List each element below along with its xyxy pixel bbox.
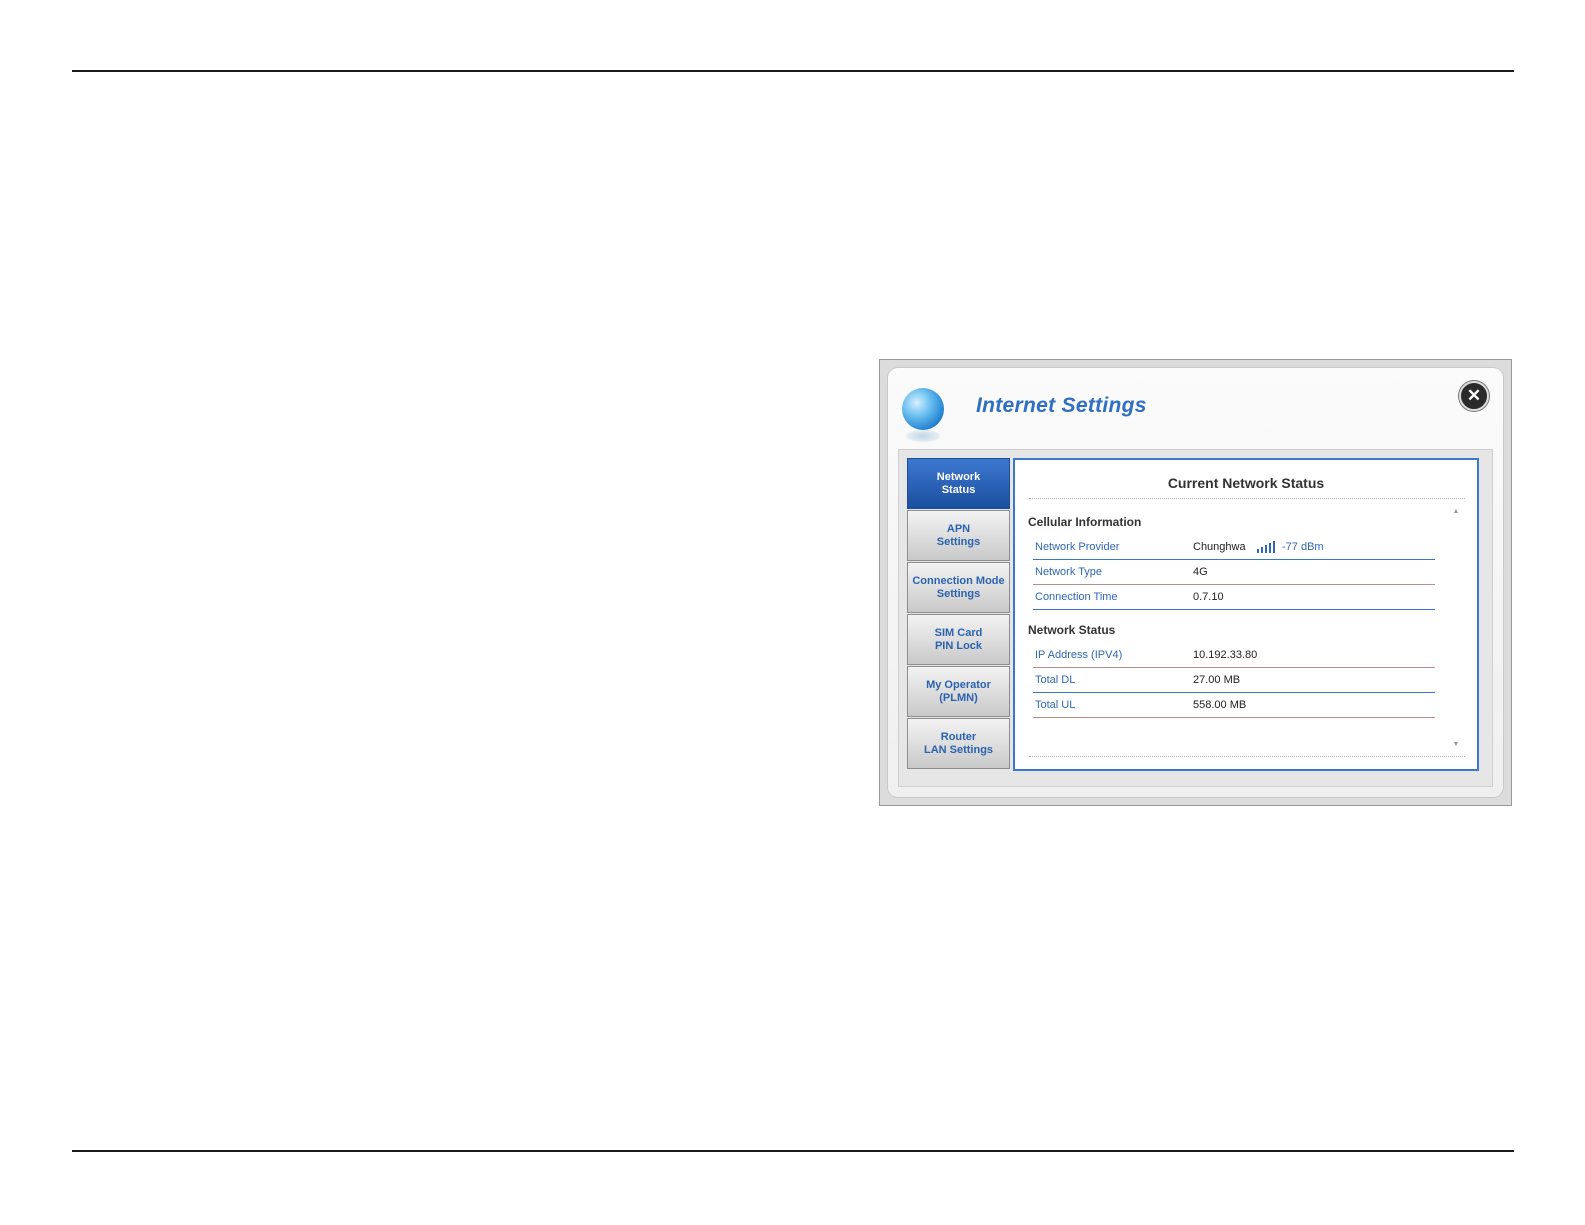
tab-label-line1: SIM Card (934, 626, 983, 639)
cellular-info-heading: Cellular Information (1028, 515, 1142, 529)
tab-label-line2: (PLMN) (939, 691, 978, 704)
network-type-row: Network Type 4G (1033, 560, 1435, 585)
connection-time-label: Connection Time (1035, 591, 1118, 603)
ip-address-row: IP Address (IPV4) 10.192.33.80 (1033, 643, 1435, 668)
network-status-panel: Current Network Status Cellular Informat… (1013, 458, 1479, 771)
network-type-label: Network Type (1035, 566, 1103, 578)
content-frame: Network Status APN Settings Connection M… (898, 449, 1493, 787)
tab-label-line2: PIN Lock (934, 639, 983, 652)
tab-label-line1: Connection Mode (912, 574, 1005, 587)
tab-router-lan-settings[interactable]: Router LAN Settings (907, 718, 1010, 769)
tab-label-line1: Network (936, 470, 981, 483)
total-dl-label: Total DL (1035, 674, 1076, 686)
globe-reflection (906, 430, 940, 442)
total-ul-value: 558.00 MB (1193, 699, 1247, 711)
top-rule (72, 70, 1514, 72)
total-ul-label: Total UL (1035, 699, 1076, 711)
tab-apn-settings[interactable]: APN Settings (907, 510, 1010, 561)
network-provider-value: Chunghwa (1193, 541, 1246, 553)
network-status-heading: Network Status (1028, 623, 1116, 637)
close-icon[interactable]: ✕ (1459, 381, 1489, 411)
dialog-body: Internet Settings ✕ Network Status APN S… (888, 368, 1503, 797)
network-provider-row: Network Provider Chunghwa -77 dBm (1033, 535, 1435, 560)
tab-network-status[interactable]: Network Status (907, 458, 1010, 509)
tab-label-line2: LAN Settings (923, 743, 994, 756)
tab-label-line2: Settings (936, 587, 981, 600)
internet-settings-dialog: Internet Settings ✕ Network Status APN S… (879, 359, 1512, 806)
tab-label-line2: Status (941, 483, 976, 496)
panel-divider-bottom (1029, 756, 1465, 757)
tab-sim-card-pin-lock[interactable]: SIM Card PIN Lock (907, 614, 1010, 665)
tab-connection-mode-settings[interactable]: Connection Mode Settings (907, 562, 1010, 613)
tab-my-operator-plmn[interactable]: My Operator (PLMN) (907, 666, 1010, 717)
tab-label-line1: Router (940, 730, 977, 743)
panel-title: Current Network Status (1167, 475, 1325, 491)
ip-address-value: 10.192.33.80 (1193, 649, 1258, 661)
tab-label-line2: Settings (936, 535, 981, 548)
connection-time-value: 0.7.10 (1193, 591, 1224, 603)
connection-time-row: Connection Time 0.7.10 (1033, 585, 1435, 610)
bottom-rule (72, 1150, 1514, 1152)
ip-address-label: IP Address (IPV4) (1035, 649, 1123, 661)
signal-strength-icon (1257, 541, 1277, 553)
signal-dbm-value: -77 dBm (1282, 541, 1324, 553)
total-dl-value: 27.00 MB (1193, 674, 1241, 686)
total-ul-row: Total UL 558.00 MB (1033, 693, 1435, 718)
total-dl-row: Total DL 27.00 MB (1033, 668, 1435, 693)
panel-scrollbar[interactable]: ▲ ▼ (1451, 508, 1461, 748)
tab-label-line1: My Operator (926, 678, 991, 691)
network-provider-label: Network Provider (1035, 541, 1120, 553)
globe-icon (902, 388, 944, 430)
tab-label-line1: APN (946, 522, 971, 535)
scroll-up-arrow-icon[interactable]: ▲ (1451, 508, 1461, 515)
scroll-down-arrow-icon[interactable]: ▼ (1451, 741, 1461, 748)
settings-tabs: Network Status APN Settings Connection M… (907, 458, 1010, 770)
dialog-title: Internet Settings (976, 394, 1147, 417)
network-type-value: 4G (1193, 566, 1208, 578)
panel-divider-top (1029, 498, 1465, 499)
